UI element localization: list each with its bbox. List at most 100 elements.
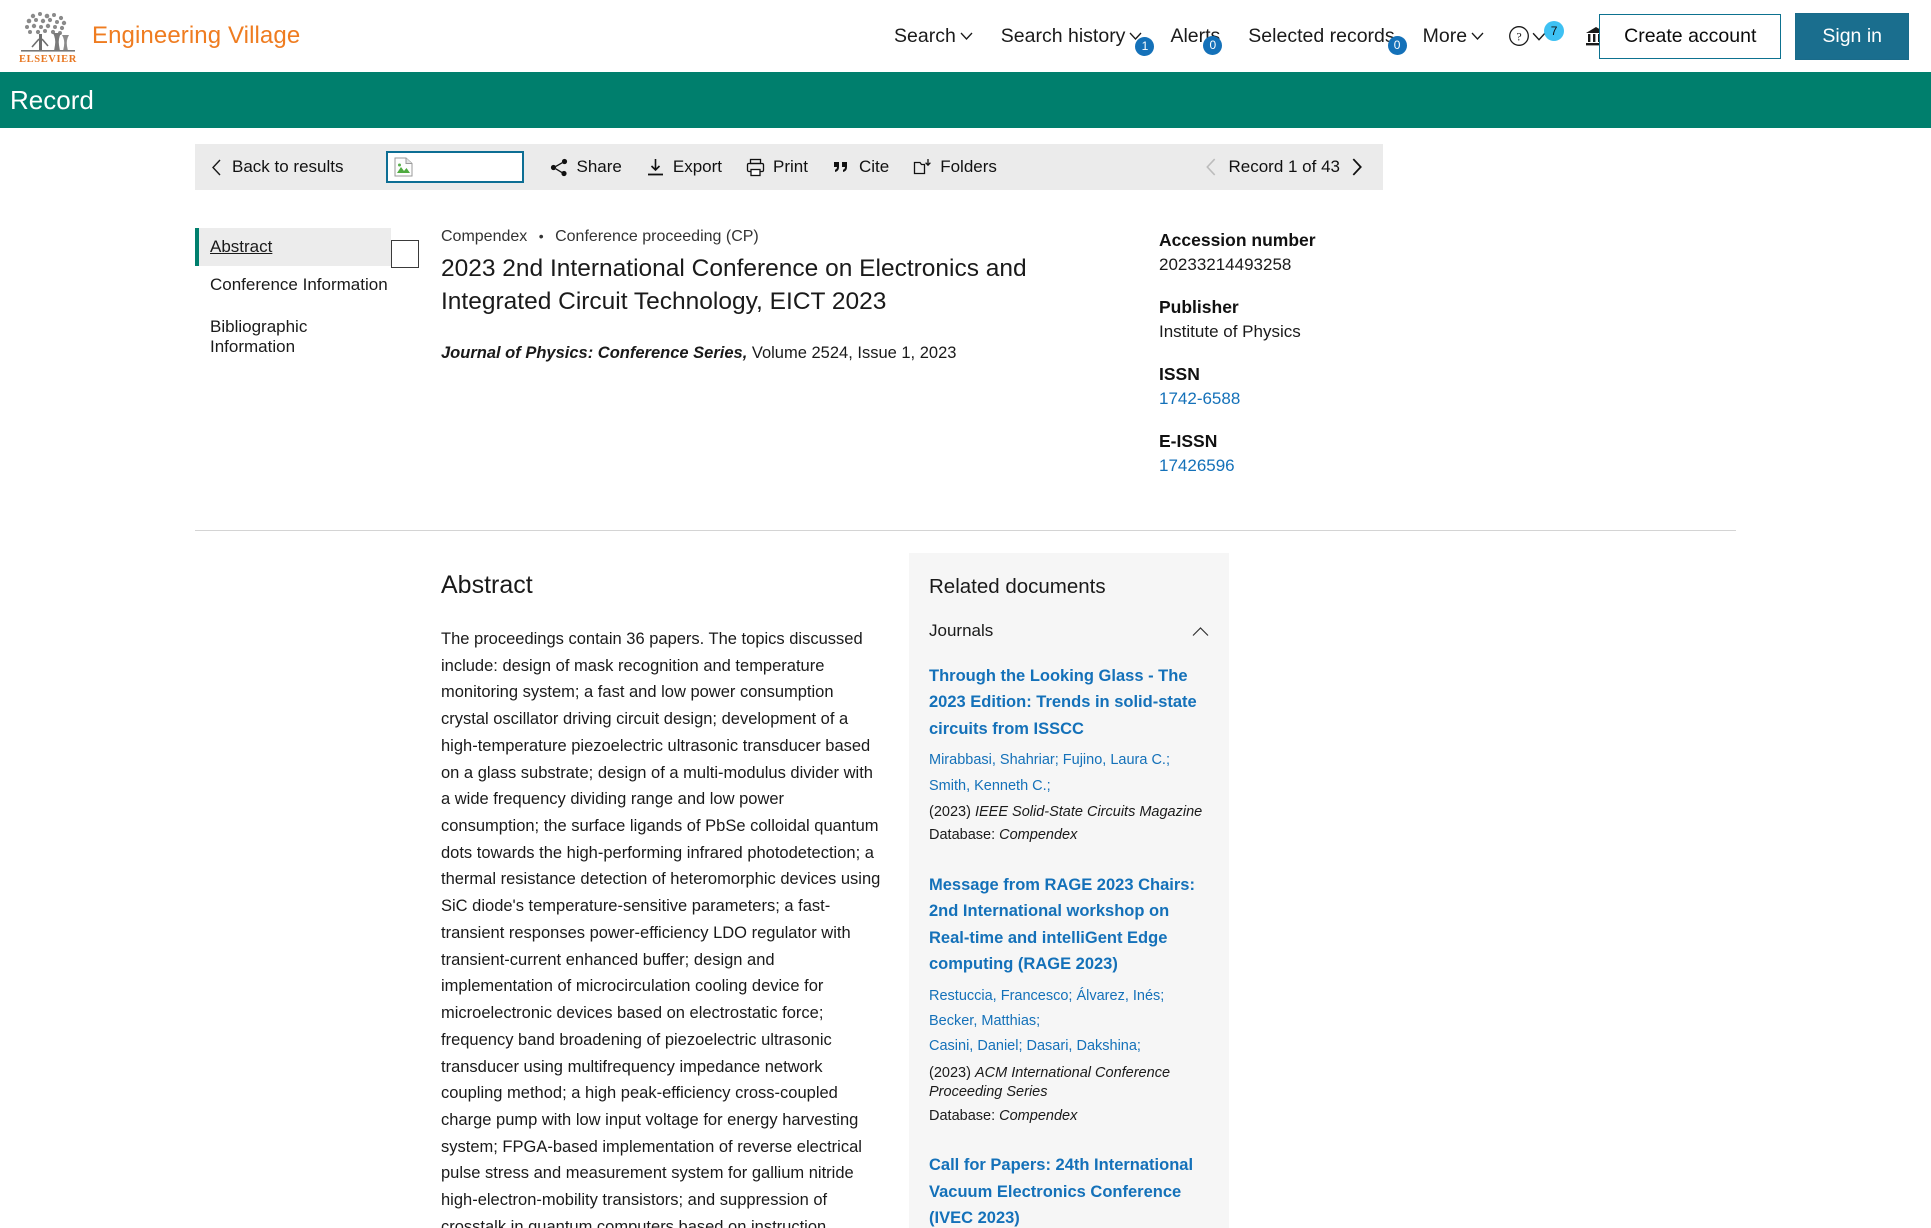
- kicker-separator: •: [538, 228, 544, 244]
- related-item-journal: IEEE Solid-State Circuits Magazine: [974, 803, 1203, 820]
- record-header: Compendex • Conference proceeding (CP) 2…: [391, 228, 1581, 498]
- help-menu[interactable]: ? 7: [1498, 21, 1574, 47]
- nav-label-more: More: [1422, 24, 1468, 47]
- elsevier-wordmark: ELSEVIER: [19, 53, 77, 65]
- create-account-button[interactable]: Create account: [1599, 13, 1782, 59]
- print-label: Print: [773, 157, 808, 176]
- download-icon: [647, 158, 663, 175]
- related-item-authors[interactable]: Restuccia, Francesco; Álvarez, Inés; Bec…: [929, 984, 1209, 1035]
- cite-button[interactable]: Cite: [820, 157, 901, 177]
- related-item-database: Database: Compendex: [929, 1107, 1209, 1127]
- related-group-journals[interactable]: Journals: [929, 621, 1209, 641]
- chevron-down-icon: [960, 32, 973, 40]
- printer-icon: [746, 158, 765, 176]
- sidebar-label-abstract: Abstract: [210, 237, 273, 256]
- share-button[interactable]: Share: [538, 157, 634, 177]
- svg-text:?: ?: [1516, 30, 1521, 44]
- share-label: Share: [576, 157, 622, 176]
- toolbar-wrap: Back to results Share Export Print Cite …: [0, 128, 1931, 190]
- quote-icon: [833, 161, 847, 172]
- chevron-down-icon: [1471, 32, 1484, 40]
- nav-item-more[interactable]: More: [1409, 25, 1498, 48]
- related-item-database-label: Database:: [929, 1107, 1000, 1124]
- elsevier-tree-icon: [19, 8, 77, 55]
- meta-value-eissn[interactable]: 17426596: [1159, 456, 1511, 476]
- related-item-database-label: Database:: [929, 827, 1000, 844]
- related-item-title[interactable]: Call for Papers: 24th International Vacu…: [929, 1152, 1209, 1228]
- record-main-column: Compendex • Conference proceeding (CP) 2…: [391, 228, 1581, 498]
- nav-item-search-history[interactable]: Search history 1: [987, 24, 1157, 56]
- share-icon: [550, 158, 567, 176]
- nav-item-search[interactable]: Search: [880, 25, 987, 48]
- related-item-source: (2023) ACM International Conference Proc…: [929, 1064, 1209, 1103]
- folder-add-icon: [914, 158, 932, 174]
- broken-image-placeholder[interactable]: [385, 151, 524, 183]
- meta-value-issn[interactable]: 1742-6588: [1159, 389, 1511, 409]
- record-header-text: Compendex • Conference proceeding (CP) 2…: [441, 228, 1141, 498]
- record-select-checkbox[interactable]: [391, 240, 419, 268]
- print-button[interactable]: Print: [734, 157, 820, 177]
- nav-label-selected-records: Selected records: [1248, 24, 1395, 47]
- chevron-up-icon[interactable]: [1192, 626, 1209, 637]
- related-item-database-value: Compendex: [999, 1107, 1078, 1124]
- record-database: Compendex: [441, 228, 528, 245]
- related-item-year: (2023): [929, 803, 975, 820]
- nav-label-search: Search: [894, 24, 956, 47]
- nav-label-search-history: Search history: [1000, 24, 1126, 47]
- content-main: Abstract The proceedings contain 36 pape…: [195, 531, 885, 1228]
- section-nav: Abstract Conference Information Bibliogr…: [195, 228, 391, 498]
- folders-button[interactable]: Folders: [901, 157, 1009, 177]
- sidebar-item-abstract[interactable]: Abstract: [195, 228, 391, 266]
- sidebar-label-conference-information: Conference Information: [210, 275, 388, 294]
- related-item: Call for Papers: 24th International Vacu…: [929, 1152, 1209, 1228]
- record-doctype: Conference proceeding (CP): [555, 228, 759, 245]
- page-title: Record: [10, 84, 94, 115]
- related-item-authors[interactable]: Mirabbasi, Shahriar; Fujino, Laura C.;: [929, 748, 1209, 773]
- related-item-year: (2023): [929, 1064, 975, 1081]
- record-source-journal: Journal of Physics: Conference Series,: [441, 344, 748, 363]
- record-title: 2023 2nd International Conference on Ele…: [441, 255, 1027, 315]
- abstract-body: The proceedings contain 36 papers. The t…: [441, 630, 881, 1228]
- related-documents-panel: Related documents Journals Through the L…: [909, 553, 1229, 1228]
- sidebar-item-conference-information[interactable]: Conference Information: [195, 266, 391, 304]
- badge-alerts: 0: [1203, 35, 1223, 55]
- meta-label-issn: ISSN: [1159, 364, 1200, 384]
- nav-item-alerts[interactable]: Alerts 0: [1156, 25, 1234, 55]
- related-item-title[interactable]: Through the Looking Glass - The 2023 Edi…: [929, 663, 1209, 742]
- top-header: ELSEVIER Engineering Village Search Sear…: [0, 0, 1931, 72]
- record-source-detail: Volume 2524, Issue 1, 2023: [747, 344, 957, 363]
- pager-next-icon[interactable]: [1351, 158, 1363, 176]
- export-label: Export: [672, 157, 723, 176]
- related-item-authors-2[interactable]: Smith, Kenneth C.;: [929, 774, 1209, 799]
- content-row: Abstract The proceedings contain 36 pape…: [0, 531, 1931, 1228]
- help-icon: ?: [1509, 26, 1530, 46]
- related-item-database: Database: Compendex: [929, 826, 1209, 846]
- sign-in-button[interactable]: Sign in: [1795, 12, 1909, 60]
- back-to-results-label: Back to results: [232, 157, 344, 176]
- export-button[interactable]: Export: [634, 157, 734, 177]
- folders-label: Folders: [940, 157, 997, 176]
- nav-item-selected-records[interactable]: Selected records 0: [1234, 24, 1408, 55]
- page-body: Abstract Conference Information Bibliogr…: [0, 190, 1931, 498]
- pager-prev-icon[interactable]: [1205, 158, 1217, 176]
- main-nav: Search Search history 1 Alerts 0 Selecte…: [880, 0, 1634, 72]
- related-item-source: (2023) IEEE Solid-State Circuits Magazin…: [929, 803, 1209, 823]
- broken-image-icon: [394, 157, 412, 177]
- record-metadata: Accession number 20233214493258 Publishe…: [1141, 228, 1511, 498]
- chevron-left-icon: [212, 159, 221, 175]
- related-item-database-value: Compendex: [999, 827, 1078, 844]
- meta-value-publisher: Institute of Physics: [1159, 322, 1301, 341]
- pager-label: Record 1 of 43: [1228, 157, 1340, 176]
- brand-logo[interactable]: ELSEVIER Engineering Village: [18, 7, 300, 65]
- back-to-results-button[interactable]: Back to results: [205, 157, 356, 177]
- elsevier-logo: ELSEVIER: [18, 7, 78, 65]
- record-kicker: Compendex • Conference proceeding (CP): [441, 228, 1141, 246]
- record-banner: Record: [0, 72, 1931, 128]
- related-item-authors-2[interactable]: Casini, Daniel; Dasari, Dakshina;: [929, 1034, 1209, 1059]
- sidebar-item-bibliographic-information[interactable]: Bibliographic Information: [195, 308, 391, 366]
- related-item-title[interactable]: Message from RAGE 2023 Chairs: 2nd Inter…: [929, 872, 1209, 978]
- meta-label-eissn: E-ISSN: [1159, 431, 1218, 451]
- cite-label: Cite: [858, 157, 890, 176]
- record-toolbar: Back to results Share Export Print Cite …: [195, 144, 1383, 190]
- brand-name: Engineering Village: [92, 22, 301, 49]
